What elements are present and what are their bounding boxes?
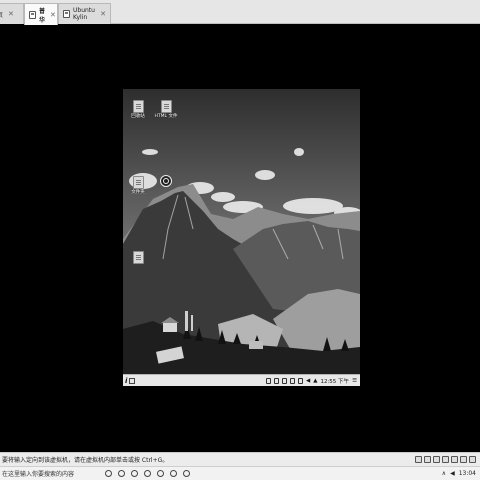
tab-ubuntu-kylin-label: Ubuntu Kylin — [73, 7, 95, 21]
file-icon — [132, 251, 144, 264]
desktop-icon-label: 回收站 — [131, 114, 145, 119]
start-menu-button[interactable]: i — [125, 377, 127, 385]
host-taskbar: 在这里输入你要搜索的内容 ∧ ◀ 13:04 — [0, 466, 480, 480]
vm-status-bar: 要将输入定向到该虚拟机，请在虚拟机内部单击或按 Ctrl+G。 — [0, 452, 480, 466]
desktop-icon-trash[interactable]: 回收站 — [123, 100, 153, 120]
desktop-icon-html-file[interactable]: HTML 文件 — [151, 100, 181, 120]
desktop-icon-app[interactable] — [151, 175, 181, 188]
chevron-up-icon[interactable]: ▲ — [313, 378, 317, 384]
guest-system-tray: ◀ ▲ 12:55 下午 ☰ — [265, 377, 360, 385]
vm-tab-icon — [29, 10, 36, 19]
tab-ubuntu-kylin[interactable]: Ubuntu Kylin ✕ — [58, 3, 111, 24]
file-manager-icon[interactable] — [265, 377, 271, 384]
cdrom-icon[interactable] — [424, 456, 431, 463]
browser-icon[interactable] — [170, 470, 177, 477]
sound-icon[interactable] — [451, 456, 458, 463]
host-clock[interactable]: 13:04 — [459, 470, 476, 477]
battery-icon[interactable] — [281, 377, 287, 384]
app-icon — [160, 175, 172, 187]
close-icon[interactable]: ✕ — [8, 10, 14, 18]
explorer-icon[interactable] — [144, 470, 151, 477]
close-icon[interactable]: ✕ — [50, 11, 56, 19]
vmware-icon[interactable] — [183, 470, 190, 477]
trash-icon — [132, 100, 144, 113]
lock-icon[interactable] — [273, 377, 279, 384]
task-view-icon[interactable] — [118, 470, 125, 477]
store-icon[interactable] — [157, 470, 164, 477]
volume-icon[interactable]: ◀ — [450, 470, 455, 477]
volume-icon[interactable]: ◀ — [306, 378, 310, 384]
taskbar-search-input[interactable]: 在这里输入你要搜索的内容 — [0, 469, 97, 478]
desktop-icon-file[interactable] — [123, 251, 153, 265]
tab-home[interactable]: 主页 ✕ — [0, 3, 24, 24]
menu-icon[interactable]: ☰ — [352, 378, 357, 384]
cortana-icon[interactable] — [105, 470, 112, 477]
device-icons — [415, 456, 480, 463]
html-file-icon — [160, 100, 172, 113]
edge-icon[interactable] — [131, 470, 138, 477]
printer-icon[interactable] — [460, 456, 467, 463]
desktop-icon-label: HTML 文件 — [154, 114, 178, 119]
guest-clock[interactable]: 12:55 下午 — [320, 377, 349, 385]
host-system-tray: ∧ ◀ 13:04 — [442, 470, 480, 477]
taskbar-apps — [105, 470, 190, 477]
usb-icon[interactable] — [442, 456, 449, 463]
network-icon[interactable] — [289, 377, 295, 384]
folder-icon — [132, 176, 144, 189]
guest-screen[interactable]: 回收站 HTML 文件 文件夹 i ◀ ▲ 12:55 下午 ☰ — [123, 89, 360, 386]
vm-tab-icon — [63, 10, 70, 18]
network-adapter-icon[interactable] — [433, 456, 440, 463]
status-hint: 要将输入定向到该虚拟机，请在虚拟机内部单击或按 Ctrl+G。 — [2, 457, 169, 464]
desktop-icon-label: 文件夹 — [131, 190, 145, 195]
guest-panel: i ◀ ▲ 12:55 下午 ☰ — [123, 374, 360, 386]
desktop-icon-folder[interactable]: 文件夹 — [123, 176, 153, 196]
desktop-wallpaper — [123, 89, 360, 374]
chevron-up-icon[interactable]: ∧ — [442, 470, 446, 477]
tab-home-label: 主页 — [0, 11, 4, 19]
close-icon[interactable]: ✕ — [100, 10, 106, 18]
show-desktop-icon[interactable] — [129, 377, 136, 384]
display-icon[interactable] — [469, 456, 476, 463]
tab-puhua-label: 普华 — [39, 7, 46, 24]
vm-tab-bar: 主页 ✕ 普华 ✕ Ubuntu Kylin ✕ — [0, 0, 480, 25]
hdd-icon[interactable] — [415, 456, 422, 463]
tab-puhua[interactable]: 普华 ✕ — [24, 3, 58, 25]
bluetooth-icon[interactable] — [297, 377, 303, 384]
